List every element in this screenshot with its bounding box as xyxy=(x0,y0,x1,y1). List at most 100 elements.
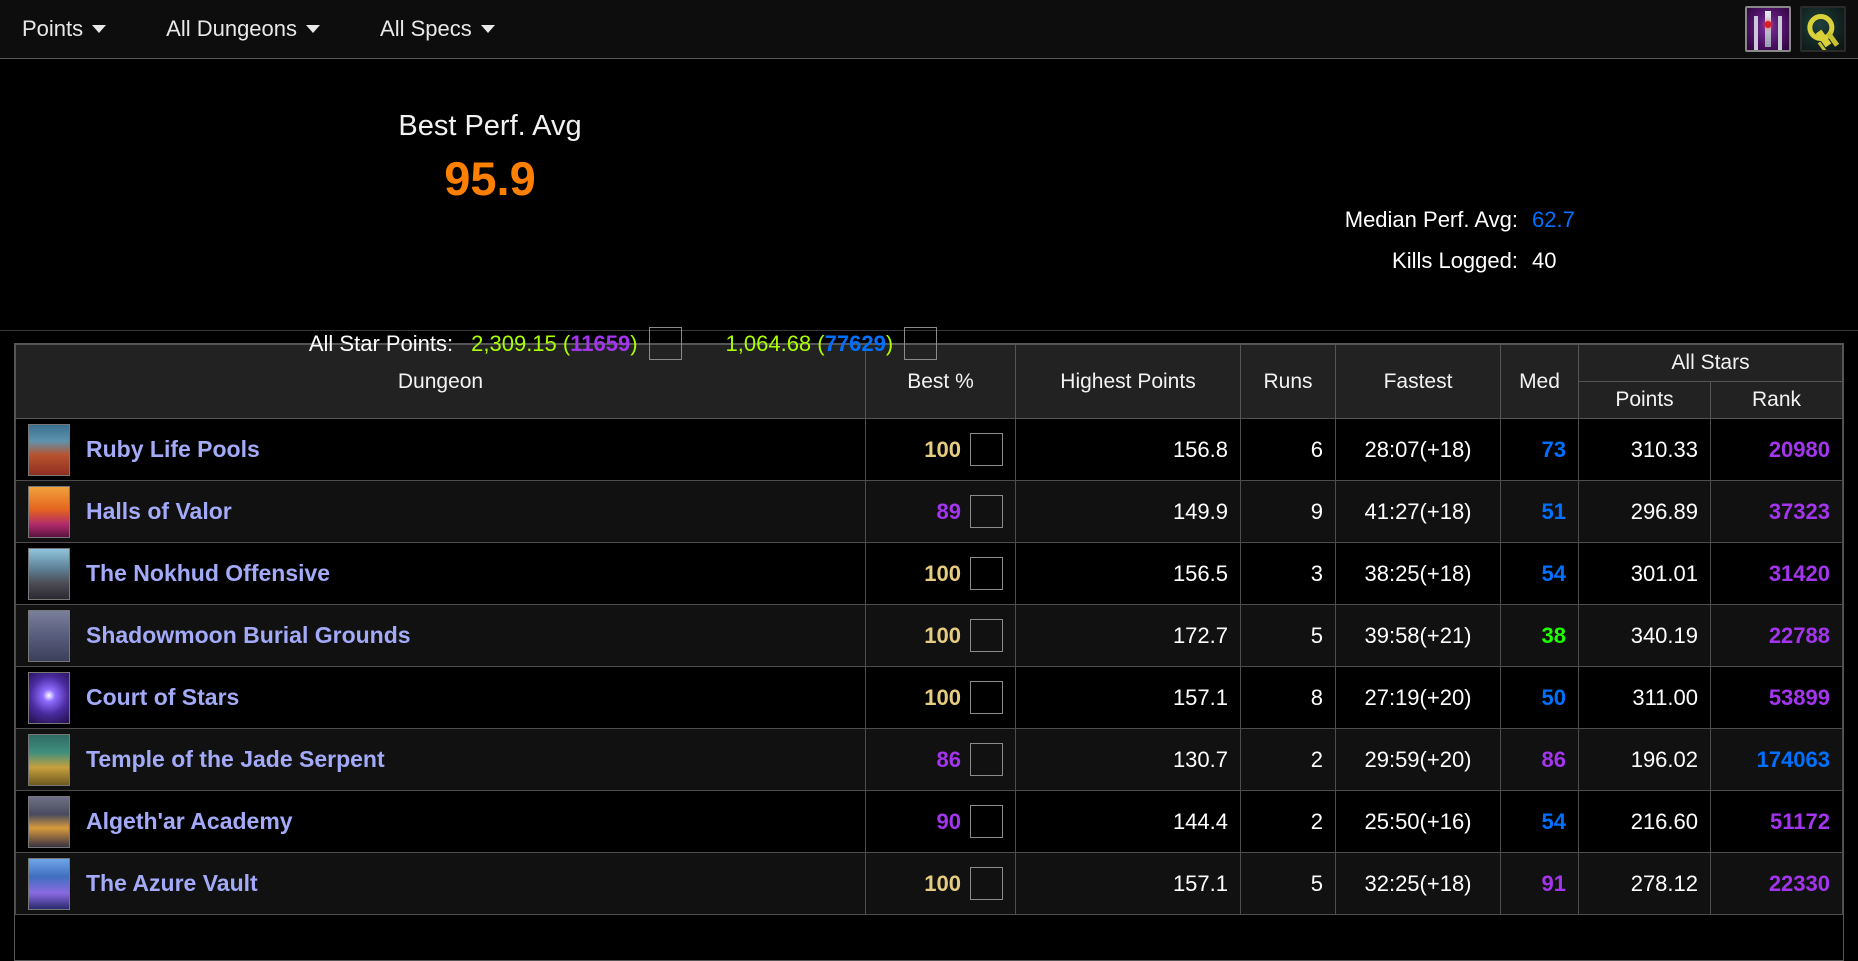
best-pct-value: 90 xyxy=(936,808,961,834)
devastation-evoker-icon[interactable] xyxy=(970,681,1003,714)
cell-dungeon: Halls of Valor xyxy=(15,480,866,543)
cell-med: 50 xyxy=(1500,666,1579,729)
cell-as-points: 340.19 xyxy=(1578,604,1711,667)
best-perf-label: Best Perf. Avg xyxy=(398,110,582,142)
devastation-evoker-icon[interactable] xyxy=(970,433,1003,466)
devastation-evoker-icon[interactable] xyxy=(970,805,1003,838)
cell-highest-points: 157.1 xyxy=(1015,852,1241,915)
cell-best-pct: 100 xyxy=(865,604,1016,667)
col-header-med[interactable]: Med xyxy=(1500,344,1579,419)
best-pct-value: 100 xyxy=(924,436,961,462)
cell-runs: 2 xyxy=(1240,790,1336,853)
devastation-evoker-icon[interactable] xyxy=(970,867,1003,900)
cell-fastest: 39:58(+21) xyxy=(1335,604,1501,667)
best-perf-block: Best Perf. Avg 95.9 xyxy=(0,109,980,209)
cell-highest-points: 157.1 xyxy=(1015,666,1241,729)
col-header-fastest[interactable]: Fastest xyxy=(1335,344,1501,419)
median-perf-label: Median Perf. Avg: xyxy=(1344,207,1518,232)
col-header-as-points[interactable]: Points xyxy=(1578,381,1711,419)
chevron-down-icon xyxy=(306,25,321,33)
cell-best-pct: 100 xyxy=(865,666,1016,729)
cell-fastest: 28:07(+18) xyxy=(1335,418,1501,481)
dungeon-link[interactable]: Ruby Life Pools xyxy=(86,436,260,463)
cell-highest-points: 144.4 xyxy=(1015,790,1241,853)
dungeon-link[interactable]: The Azure Vault xyxy=(86,870,258,897)
cell-fastest: 29:59(+20) xyxy=(1335,728,1501,791)
all-star-points-1: 2,309.15 (11659) xyxy=(471,330,638,356)
top-navbar: Points All Dungeons All Specs xyxy=(0,0,1858,59)
dungeon-thumbnail-icon xyxy=(28,423,70,476)
devastation-evoker-icon[interactable] xyxy=(970,557,1003,590)
cell-as-points: 196.02 xyxy=(1578,728,1711,791)
dungeon-link[interactable]: Court of Stars xyxy=(86,684,239,711)
cell-runs: 5 xyxy=(1240,604,1336,667)
cell-highest-points: 130.7 xyxy=(1015,728,1241,791)
chevron-down-icon xyxy=(92,25,107,33)
cell-dungeon: Ruby Life Pools xyxy=(15,418,866,481)
cell-med: 73 xyxy=(1500,418,1579,481)
nav-points[interactable]: Points xyxy=(22,16,107,42)
nav-all-specs[interactable]: All Specs xyxy=(380,16,495,42)
best-pct-value: 89 xyxy=(936,498,961,524)
all-star-points-2: 1,064.68 (77629) xyxy=(725,330,894,356)
cell-best-pct: 100 xyxy=(865,542,1016,605)
cell-as-points: 310.33 xyxy=(1578,418,1711,481)
key-icon-art xyxy=(1802,8,1844,50)
nav-points-label: Points xyxy=(22,16,84,41)
dungeon-thumbnail-icon xyxy=(28,795,70,848)
devastation-evoker-icon[interactable] xyxy=(648,327,682,360)
page-root: Points All Dungeons All Specs Best Perf.… xyxy=(0,0,1858,961)
cell-runs: 6 xyxy=(1240,418,1336,481)
cell-med: 51 xyxy=(1500,480,1579,543)
col-header-as-rank[interactable]: Rank xyxy=(1710,381,1843,419)
cell-fastest: 38:25(+18) xyxy=(1335,542,1501,605)
cell-as-points: 301.01 xyxy=(1578,542,1711,605)
cell-runs: 3 xyxy=(1240,542,1336,605)
preservation-evoker-icon[interactable] xyxy=(970,743,1003,776)
swords-icon[interactable] xyxy=(1745,6,1791,52)
cell-runs: 8 xyxy=(1240,666,1336,729)
best-pct-value: 100 xyxy=(924,560,961,586)
chevron-down-icon xyxy=(480,25,495,33)
table-row: Temple of the Jade Serpent 86 130.7 2 29:59(… xyxy=(15,728,1843,791)
cell-as-rank: 20980 xyxy=(1710,418,1843,481)
devastation-evoker-icon[interactable] xyxy=(970,495,1003,528)
dungeon-link[interactable]: The Nokhud Offensive xyxy=(86,560,330,587)
kills-logged-value: 40 xyxy=(1532,248,1557,273)
best-pct-value: 100 xyxy=(924,870,961,896)
cell-med: 54 xyxy=(1500,542,1579,605)
col-header-all-stars: All Stars xyxy=(1578,344,1843,382)
cell-dungeon: Shadowmoon Burial Grounds xyxy=(15,604,866,667)
key-icon[interactable] xyxy=(1800,6,1846,52)
dungeon-link[interactable]: Halls of Valor xyxy=(86,498,232,525)
cell-highest-points: 149.9 xyxy=(1015,480,1241,543)
dungeon-thumbnail-icon xyxy=(28,857,70,910)
best-pct-value: 100 xyxy=(924,622,961,648)
cell-as-rank: 53899 xyxy=(1710,666,1843,729)
median-perf-row: Median Perf. Avg: 62.7 xyxy=(1158,199,1858,240)
cell-as-points: 216.60 xyxy=(1578,790,1711,853)
cell-highest-points: 172.7 xyxy=(1015,604,1241,667)
cell-best-pct: 89 xyxy=(865,480,1016,543)
dungeon-thumbnail-icon xyxy=(28,733,70,786)
table-row: Court of Stars 100 157.1 8 27:19(+20) 50 311.0… xyxy=(15,666,1843,729)
cell-as-points: 311.00 xyxy=(1578,666,1711,729)
nav-all-dungeons-label: All Dungeons xyxy=(166,16,298,41)
preservation-evoker-icon[interactable] xyxy=(904,327,938,360)
nav-all-dungeons[interactable]: All Dungeons xyxy=(166,16,321,42)
cell-dungeon: Court of Stars xyxy=(15,666,866,729)
all-star-entry-1: 2,309.15 (11659) xyxy=(471,327,682,360)
dungeon-link[interactable]: Temple of the Jade Serpent xyxy=(86,746,385,773)
dungeon-link[interactable]: Shadowmoon Burial Grounds xyxy=(86,622,411,649)
cell-as-rank: 22788 xyxy=(1710,604,1843,667)
devastation-evoker-icon[interactable] xyxy=(970,619,1003,652)
table-row: Halls of Valor 89 149.9 9 41:27(+18) 51 296.89… xyxy=(15,480,1843,543)
summary-panel: Best Perf. Avg 95.9 Median Perf. Avg: 62… xyxy=(0,59,1858,360)
rankings-table-container: Dungeon Best % Highest Points Runs Faste… xyxy=(14,343,1844,961)
all-star-rank-2: 77629 xyxy=(824,330,886,356)
all-star-points-row: All Star Points: 2,309.15 (11659) 1,064.… xyxy=(0,327,1290,360)
dungeon-link[interactable]: Algeth'ar Academy xyxy=(86,808,293,835)
all-star-entry-2: 1,064.68 (77629) xyxy=(726,327,938,360)
dungeon-thumbnail-icon xyxy=(28,671,70,724)
cell-med: 38 xyxy=(1500,604,1579,667)
